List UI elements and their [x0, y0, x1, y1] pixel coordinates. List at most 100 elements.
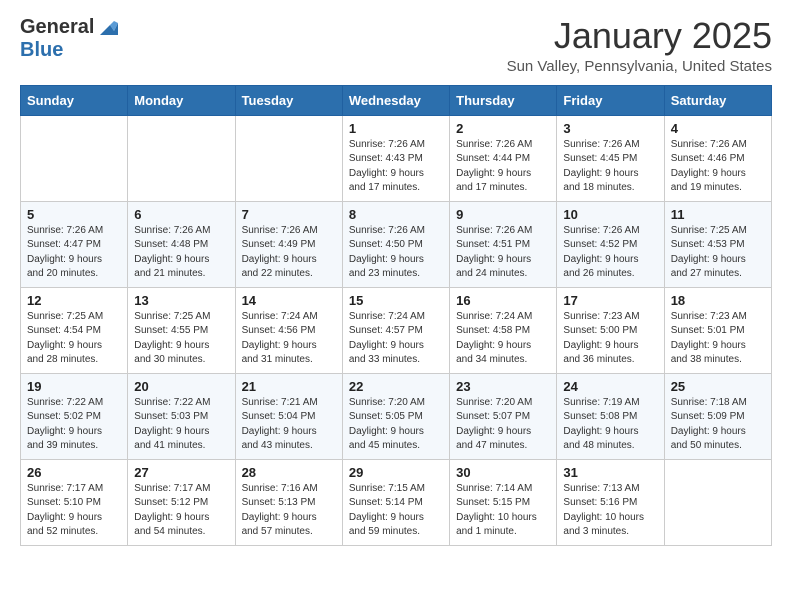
day-number: 18 — [671, 293, 765, 308]
weekday-header-thursday: Thursday — [450, 85, 557, 115]
calendar-cell: 28 Sunrise: 7:16 AM Sunset: 5:13 PM Dayli… — [235, 459, 342, 545]
calendar-cell: 26 Sunrise: 7:17 AM Sunset: 5:10 PM Dayli… — [21, 459, 128, 545]
calendar-body: 1 Sunrise: 7:26 AM Sunset: 4:43 PM Daylig… — [21, 115, 772, 545]
day-info: Sunrise: 7:14 AM Sunset: 5:15 PM Dayligh… — [456, 482, 550, 540]
weekday-row: SundayMondayTuesdayWednesdayThursdayFrid… — [21, 85, 772, 115]
day-number: 17 — [563, 293, 657, 308]
calendar-cell: 18 Sunrise: 7:23 AM Sunset: 5:01 PM Dayli… — [664, 287, 771, 373]
calendar-cell — [664, 459, 771, 545]
calendar-cell: 1 Sunrise: 7:26 AM Sunset: 4:43 PM Daylig… — [342, 115, 449, 201]
day-number: 2 — [456, 121, 550, 136]
calendar-cell: 6Sunrise: 7:26 AM Sunset: 4:48 PM Daylig… — [128, 201, 235, 287]
calendar-cell: 21 Sunrise: 7:21 AM Sunset: 5:04 PM Dayli… — [235, 373, 342, 459]
day-number: 6 — [134, 207, 228, 222]
weekday-header-wednesday: Wednesday — [342, 85, 449, 115]
day-number: 5 — [27, 207, 121, 222]
logo: General Blue — [20, 16, 118, 62]
logo-icon — [96, 17, 118, 39]
calendar-cell: 25Sunrise: 7:18 AM Sunset: 5:09 PM Dayli… — [664, 373, 771, 459]
calendar-cell: 13Sunrise: 7:25 AM Sunset: 4:55 PM Dayli… — [128, 287, 235, 373]
day-number: 10 — [563, 207, 657, 222]
day-info: Sunrise: 7:21 AM Sunset: 5:04 PM Dayligh… — [242, 396, 336, 454]
day-number: 31 — [563, 465, 657, 480]
calendar-week-1: 1 Sunrise: 7:26 AM Sunset: 4:43 PM Daylig… — [21, 115, 772, 201]
day-info: Sunrise: 7:16 AM Sunset: 5:13 PM Dayligh… — [242, 482, 336, 540]
day-info: Sunrise: 7:24 AM Sunset: 4:57 PM Dayligh… — [349, 310, 443, 368]
logo-blue-text: Blue — [20, 39, 63, 62]
calendar-cell: 8 Sunrise: 7:26 AM Sunset: 4:50 PM Daylig… — [342, 201, 449, 287]
calendar-cell: 14Sunrise: 7:24 AM Sunset: 4:56 PM Dayli… — [235, 287, 342, 373]
day-number: 25 — [671, 379, 765, 394]
calendar-week-5: 26 Sunrise: 7:17 AM Sunset: 5:10 PM Dayli… — [21, 459, 772, 545]
calendar-week-4: 19 Sunrise: 7:22 AM Sunset: 5:02 PM Dayli… — [21, 373, 772, 459]
day-number: 26 — [27, 465, 121, 480]
calendar-cell: 30 Sunrise: 7:14 AM Sunset: 5:15 PM Dayli… — [450, 459, 557, 545]
day-info: Sunrise: 7:20 AM Sunset: 5:07 PM Dayligh… — [456, 396, 550, 454]
day-number: 8 — [349, 207, 443, 222]
day-number: 28 — [242, 465, 336, 480]
day-number: 27 — [134, 465, 228, 480]
page-header: General Blue January 2025 Sun Valley, Pe… — [20, 16, 772, 75]
calendar-cell: 7Sunrise: 7:26 AM Sunset: 4:49 PM Daylig… — [235, 201, 342, 287]
day-info: Sunrise: 7:26 AM Sunset: 4:44 PM Dayligh… — [456, 138, 550, 196]
day-number: 4 — [671, 121, 765, 136]
day-info: Sunrise: 7:26 AM Sunset: 4:50 PM Dayligh… — [349, 224, 443, 282]
day-info: Sunrise: 7:17 AM Sunset: 5:10 PM Dayligh… — [27, 482, 121, 540]
calendar-cell — [21, 115, 128, 201]
day-info: Sunrise: 7:26 AM Sunset: 4:49 PM Dayligh… — [242, 224, 336, 282]
day-info: Sunrise: 7:17 AM Sunset: 5:12 PM Dayligh… — [134, 482, 228, 540]
day-info: Sunrise: 7:26 AM Sunset: 4:46 PM Dayligh… — [671, 138, 765, 196]
weekday-header-monday: Monday — [128, 85, 235, 115]
day-info: Sunrise: 7:22 AM Sunset: 5:03 PM Dayligh… — [134, 396, 228, 454]
day-number: 15 — [349, 293, 443, 308]
day-number: 29 — [349, 465, 443, 480]
day-number: 12 — [27, 293, 121, 308]
calendar-cell: 29 Sunrise: 7:15 AM Sunset: 5:14 PM Dayli… — [342, 459, 449, 545]
calendar-cell: 5 Sunrise: 7:26 AM Sunset: 4:47 PM Daylig… — [21, 201, 128, 287]
calendar-cell: 4 Sunrise: 7:26 AM Sunset: 4:46 PM Daylig… — [664, 115, 771, 201]
day-info: Sunrise: 7:15 AM Sunset: 5:14 PM Dayligh… — [349, 482, 443, 540]
calendar-week-2: 5 Sunrise: 7:26 AM Sunset: 4:47 PM Daylig… — [21, 201, 772, 287]
day-number: 24 — [563, 379, 657, 394]
calendar-cell: 17Sunrise: 7:23 AM Sunset: 5:00 PM Dayli… — [557, 287, 664, 373]
calendar-cell — [128, 115, 235, 201]
day-info: Sunrise: 7:23 AM Sunset: 5:01 PM Dayligh… — [671, 310, 765, 368]
day-number: 3 — [563, 121, 657, 136]
day-info: Sunrise: 7:26 AM Sunset: 4:43 PM Dayligh… — [349, 138, 443, 196]
calendar-week-3: 12 Sunrise: 7:25 AM Sunset: 4:54 PM Dayli… — [21, 287, 772, 373]
day-number: 21 — [242, 379, 336, 394]
day-number: 9 — [456, 207, 550, 222]
day-info: Sunrise: 7:25 AM Sunset: 4:53 PM Dayligh… — [671, 224, 765, 282]
day-info: Sunrise: 7:26 AM Sunset: 4:45 PM Dayligh… — [563, 138, 657, 196]
calendar-cell — [235, 115, 342, 201]
calendar-cell: 27 Sunrise: 7:17 AM Sunset: 5:12 PM Dayli… — [128, 459, 235, 545]
day-info: Sunrise: 7:24 AM Sunset: 4:58 PM Dayligh… — [456, 310, 550, 368]
logo-general-text: General — [20, 16, 94, 39]
day-info: Sunrise: 7:22 AM Sunset: 5:02 PM Dayligh… — [27, 396, 121, 454]
calendar-cell: 22Sunrise: 7:20 AM Sunset: 5:05 PM Dayli… — [342, 373, 449, 459]
day-number: 23 — [456, 379, 550, 394]
day-info: Sunrise: 7:20 AM Sunset: 5:05 PM Dayligh… — [349, 396, 443, 454]
calendar-header: SundayMondayTuesdayWednesdayThursdayFrid… — [21, 85, 772, 115]
calendar-cell: 3 Sunrise: 7:26 AM Sunset: 4:45 PM Daylig… — [557, 115, 664, 201]
weekday-header-friday: Friday — [557, 85, 664, 115]
day-number: 20 — [134, 379, 228, 394]
calendar-cell: 2 Sunrise: 7:26 AM Sunset: 4:44 PM Daylig… — [450, 115, 557, 201]
day-info: Sunrise: 7:24 AM Sunset: 4:56 PM Dayligh… — [242, 310, 336, 368]
calendar-cell: 31 Sunrise: 7:13 AM Sunset: 5:16 PM Dayli… — [557, 459, 664, 545]
day-info: Sunrise: 7:26 AM Sunset: 4:51 PM Dayligh… — [456, 224, 550, 282]
location-subtitle: Sun Valley, Pennsylvania, United States — [507, 58, 772, 75]
day-number: 1 — [349, 121, 443, 136]
calendar-cell: 9 Sunrise: 7:26 AM Sunset: 4:51 PM Daylig… — [450, 201, 557, 287]
calendar-cell: 16Sunrise: 7:24 AM Sunset: 4:58 PM Dayli… — [450, 287, 557, 373]
title-block: January 2025 Sun Valley, Pennsylvania, U… — [507, 16, 772, 75]
day-info: Sunrise: 7:13 AM Sunset: 5:16 PM Dayligh… — [563, 482, 657, 540]
day-number: 19 — [27, 379, 121, 394]
day-number: 30 — [456, 465, 550, 480]
day-info: Sunrise: 7:26 AM Sunset: 4:47 PM Dayligh… — [27, 224, 121, 282]
calendar-cell: 19 Sunrise: 7:22 AM Sunset: 5:02 PM Dayli… — [21, 373, 128, 459]
day-info: Sunrise: 7:19 AM Sunset: 5:08 PM Dayligh… — [563, 396, 657, 454]
calendar-cell: 11Sunrise: 7:25 AM Sunset: 4:53 PM Dayli… — [664, 201, 771, 287]
day-info: Sunrise: 7:25 AM Sunset: 4:54 PM Dayligh… — [27, 310, 121, 368]
calendar-cell: 24 Sunrise: 7:19 AM Sunset: 5:08 PM Dayli… — [557, 373, 664, 459]
